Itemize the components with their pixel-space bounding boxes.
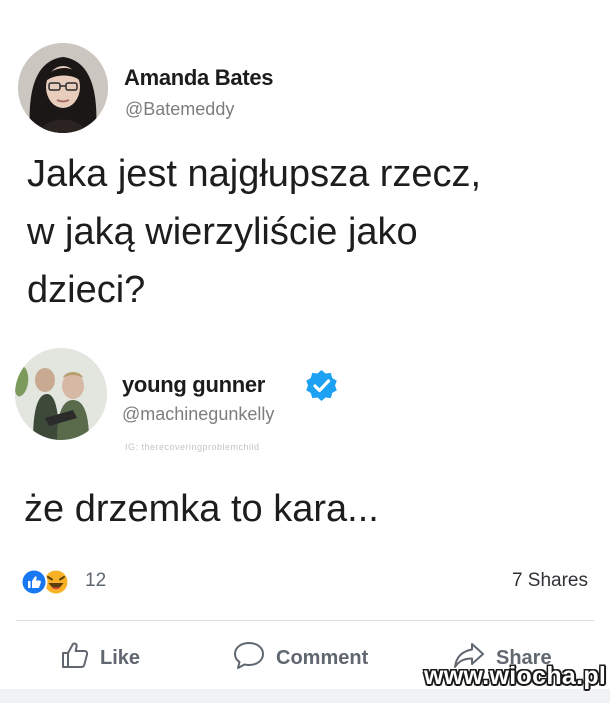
shares-count[interactable]: 7 Shares xyxy=(512,570,588,592)
author-handle[interactable]: @machinegunkelly xyxy=(122,404,274,425)
like-button[interactable]: Like xyxy=(60,636,140,680)
reaction-count[interactable]: 12 xyxy=(85,570,106,592)
comment-icon xyxy=(232,640,276,676)
divider xyxy=(16,620,594,621)
like-label: Like xyxy=(100,646,141,669)
author-handle[interactable]: @Batemeddy xyxy=(125,99,234,120)
post-text: Jaka jest najgłupsza rzecz, w jaką wierz… xyxy=(27,153,482,311)
verified-badge-icon xyxy=(305,369,338,402)
reactions-bar: 12 7 Shares xyxy=(0,556,610,610)
site-watermark: www.wiocha.pl xyxy=(424,662,607,690)
avatar[interactable] xyxy=(18,43,108,133)
avatar[interactable] xyxy=(15,348,107,440)
thumbs-up-icon xyxy=(60,640,100,676)
post-text: że drzemka to kara... xyxy=(24,488,379,530)
author-name[interactable]: Amanda Bates xyxy=(124,65,274,91)
author-name[interactable]: young gunner xyxy=(122,372,265,398)
comment-label: Comment xyxy=(276,646,369,669)
bottom-strip xyxy=(0,689,610,703)
comment-button[interactable]: Comment xyxy=(232,636,368,680)
reaction-icons[interactable] xyxy=(20,568,84,596)
post-card: Amanda Bates @Batemeddy Jaka jest najgłu… xyxy=(0,0,610,550)
ig-credit: IG: therecoveringproblemchild xyxy=(125,442,260,452)
